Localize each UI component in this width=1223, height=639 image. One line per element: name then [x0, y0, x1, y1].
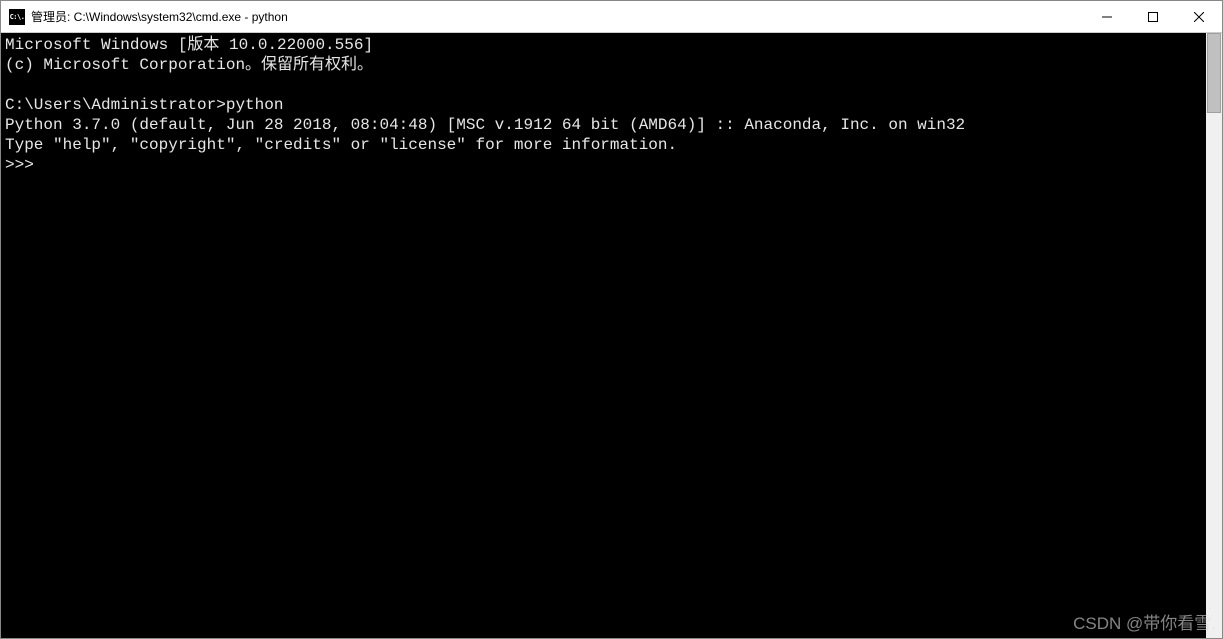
python-help-line: Type "help", "copyright", "credits" or "…	[5, 136, 677, 154]
terminal-container: Microsoft Windows [版本 10.0.22000.556] (c…	[1, 33, 1222, 638]
minimize-button[interactable]	[1084, 1, 1130, 32]
typed-command: python	[226, 96, 284, 114]
cmd-app-icon: C:\.	[9, 9, 25, 25]
scrollbar-thumb[interactable]	[1207, 33, 1221, 113]
minimize-icon	[1102, 12, 1112, 22]
window-controls	[1084, 1, 1222, 32]
close-icon	[1194, 12, 1204, 22]
terminal-output[interactable]: Microsoft Windows [版本 10.0.22000.556] (c…	[1, 33, 1206, 638]
window-title: 管理员: C:\Windows\system32\cmd.exe - pytho…	[31, 8, 1084, 25]
close-button[interactable]	[1176, 1, 1222, 32]
vertical-scrollbar[interactable]	[1206, 33, 1222, 638]
maximize-button[interactable]	[1130, 1, 1176, 32]
terminal-line: (c) Microsoft Corporation。保留所有权利。	[5, 56, 373, 74]
terminal-line: Microsoft Windows [版本 10.0.22000.556]	[5, 36, 373, 54]
prompt-path: C:\Users\Administrator>	[5, 96, 226, 114]
python-version-line: Python 3.7.0 (default, Jun 28 2018, 08:0…	[5, 116, 965, 134]
cmd-window: C:\. 管理员: C:\Windows\system32\cmd.exe - …	[0, 0, 1223, 639]
maximize-icon	[1148, 12, 1158, 22]
repl-prompt[interactable]: >>>	[5, 156, 43, 174]
titlebar[interactable]: C:\. 管理员: C:\Windows\system32\cmd.exe - …	[1, 1, 1222, 33]
